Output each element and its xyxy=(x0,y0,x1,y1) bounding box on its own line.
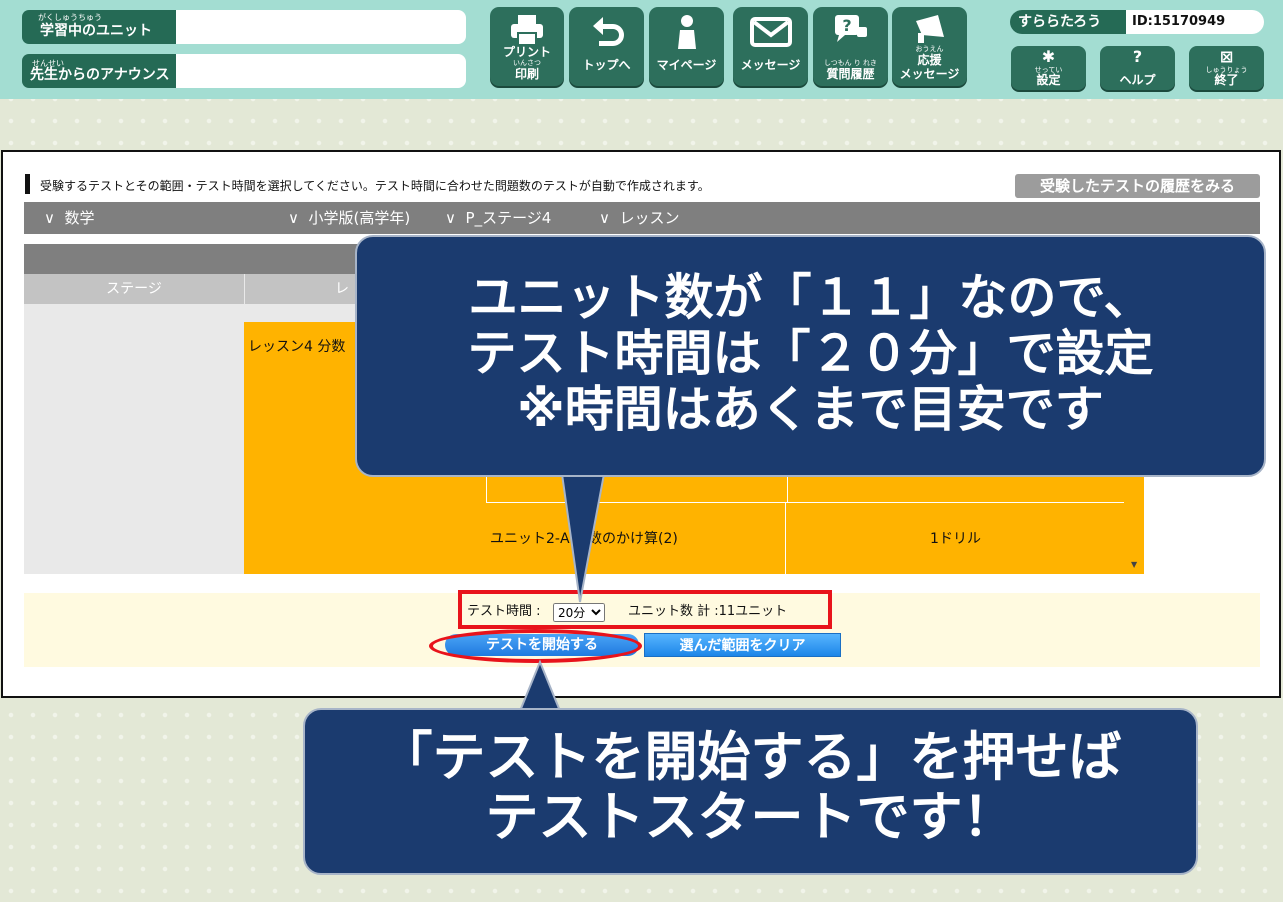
callout-bottom-line-1: 「テストを開始する」を押せば xyxy=(379,727,1122,788)
callout-top-line-2: テスト時間は「２０分」で設定 xyxy=(467,325,1154,382)
callout-bottom-pointer xyxy=(518,659,562,712)
callout-top-pointer xyxy=(560,473,606,603)
callout-time-explanation: ユニット数が「１１」なので、 テスト時間は「２０分」で設定 ※時間はあくまで目安… xyxy=(355,235,1266,477)
callout-top-line-3: ※時間はあくまで目安です xyxy=(517,381,1104,438)
callout-start-explanation: 「テストを開始する」を押せば テストスタートです！ xyxy=(303,708,1198,875)
callout-bottom-line-2: テストスタートです！ xyxy=(485,787,1016,848)
callout-top-line-1: ユニット数が「１１」なので、 xyxy=(468,269,1153,326)
